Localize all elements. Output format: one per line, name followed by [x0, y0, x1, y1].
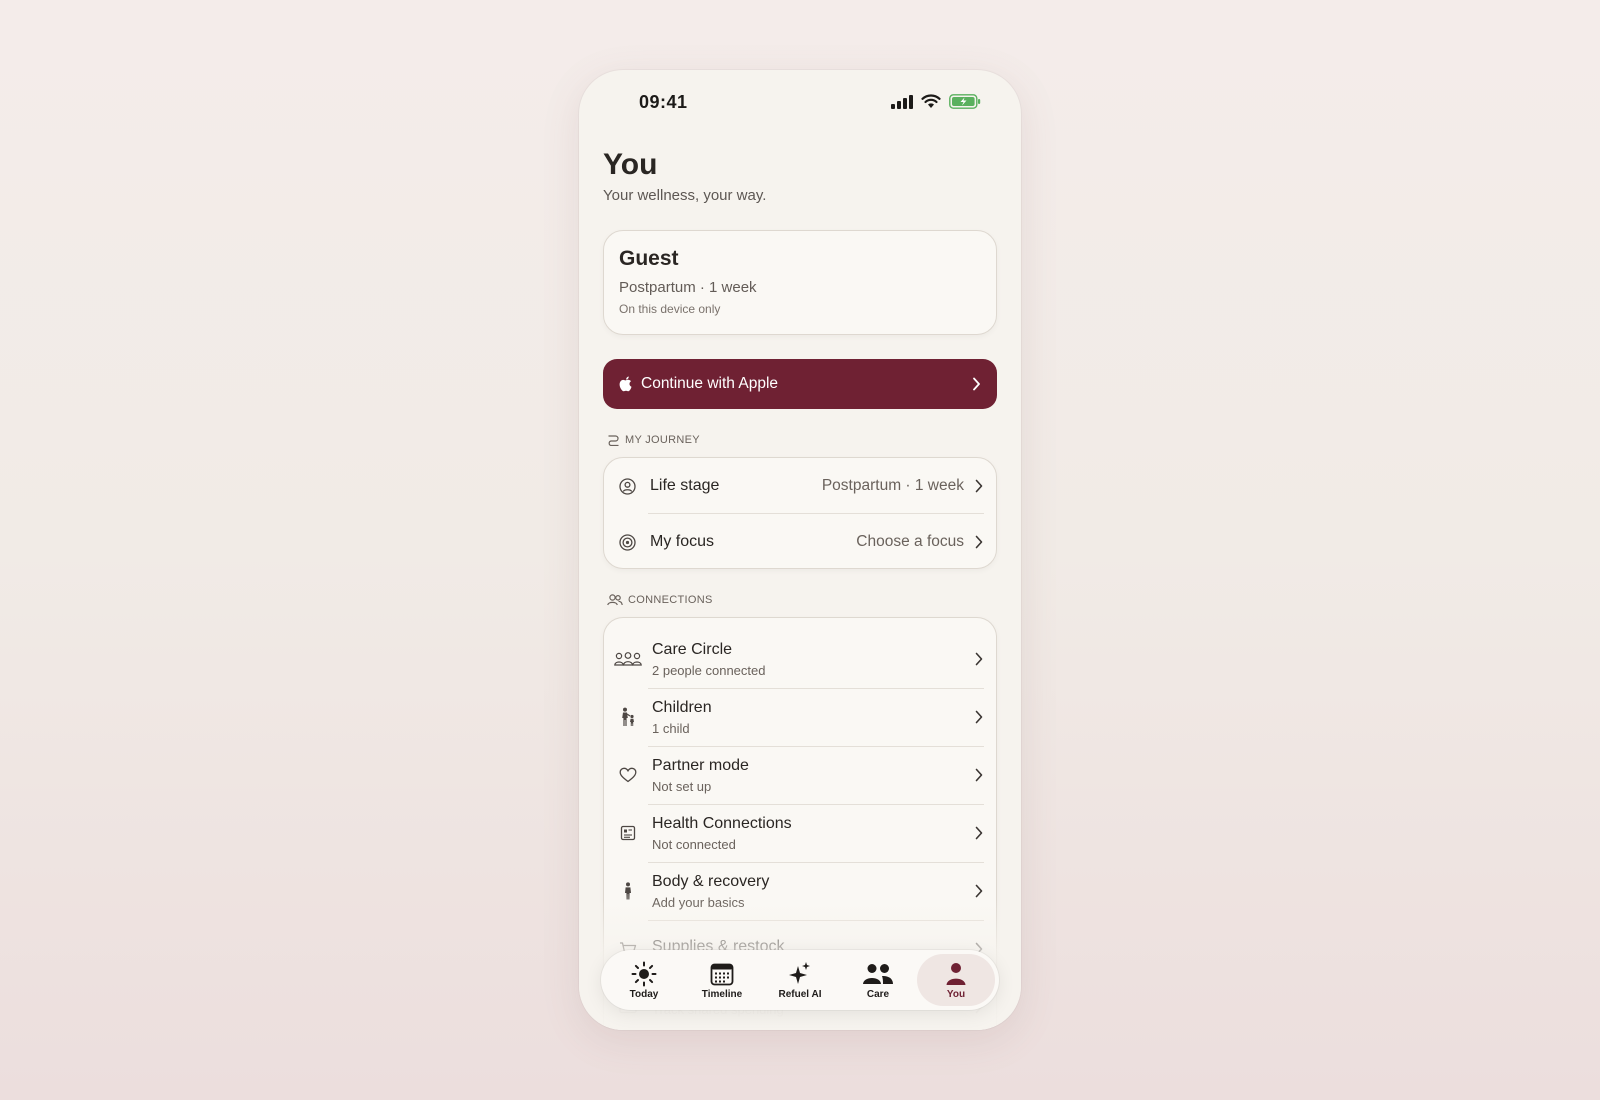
tab-today[interactable]: Today [605, 954, 683, 1006]
children-title: Children [652, 698, 712, 716]
chevron-right-icon [975, 884, 983, 898]
my-focus-value: Choose a focus [856, 533, 964, 550]
connections-heading-text: CONNECTIONS [628, 594, 713, 606]
status-time: 09:41 [639, 92, 688, 112]
health-connections-subtitle: Not connected [652, 836, 736, 852]
tab-refuel-ai[interactable]: Refuel AI [761, 954, 839, 1006]
phone-screen: 09:41 You Your wellness, your way. Guest… [579, 70, 1021, 1030]
my-journey-heading: MY JOURNEY [607, 434, 700, 446]
document-icon [614, 822, 642, 844]
my-focus-label: My focus [650, 533, 715, 550]
my-journey-heading-text: MY JOURNEY [625, 434, 700, 446]
partner-mode-title: Partner mode [652, 756, 749, 774]
target-icon [618, 533, 636, 551]
tab-care-label: Care [866, 988, 890, 1000]
health-connections-title: Health Connections [652, 814, 792, 832]
status-icons [891, 94, 981, 109]
care-circle-row[interactable]: Care Circle 2 people connected [604, 630, 996, 688]
heart-icon [614, 764, 642, 786]
page-title: You [603, 148, 658, 181]
health-connections-row[interactable]: Health Connections Not connected [604, 804, 996, 862]
people-outline-icon [607, 594, 623, 606]
person-icon [945, 961, 967, 987]
apple-icon [619, 376, 632, 392]
life-stage-row[interactable]: Life stage Postpartum · 1 week [604, 458, 996, 514]
chevron-right-icon [975, 652, 983, 666]
people-icon [862, 961, 894, 987]
tab-refuel-ai-label: Refuel AI [778, 988, 822, 1000]
my-journey-card: Life stage Postpartum · 1 week My focus … [603, 457, 997, 569]
continue-with-apple-button[interactable]: Continue with Apple [603, 359, 997, 409]
tab-bar: Today Timeline Refuel AI Care You [601, 950, 999, 1010]
battery-icon [949, 94, 981, 109]
partner-mode-subtitle: Not set up [652, 778, 712, 794]
life-stage-value: Postpartum · 1 week [821, 477, 964, 494]
guest-profile-card[interactable]: Guest Postpartum · 1 week On this device… [603, 230, 997, 335]
signal-icon [891, 94, 913, 109]
sun-icon [631, 961, 657, 987]
connections-heading: CONNECTIONS [607, 594, 713, 606]
calendar-icon [710, 961, 734, 987]
care-circle-subtitle: 2 people connected [652, 662, 766, 678]
continue-with-apple-label: Continue with Apple [641, 375, 779, 392]
tab-timeline[interactable]: Timeline [683, 954, 761, 1006]
tab-today-label: Today [629, 988, 659, 1000]
chevron-right-icon [973, 377, 980, 391]
sparkle-icon [787, 961, 813, 987]
life-stage-label: Life stage [650, 477, 720, 494]
children-subtitle: 1 child [652, 720, 690, 736]
tab-you[interactable]: You [917, 954, 995, 1006]
tab-timeline-label: Timeline [701, 988, 743, 1000]
body-recovery-subtitle: Add your basics [652, 894, 745, 910]
chevron-right-icon [975, 768, 983, 782]
page-subtitle: Your wellness, your way. [603, 187, 767, 204]
tab-care[interactable]: Care [839, 954, 917, 1006]
care-circle-title: Care Circle [652, 640, 733, 658]
chevron-right-icon [975, 479, 983, 493]
scroll-content[interactable]: 09:41 You Your wellness, your way. Guest… [579, 70, 1021, 1030]
body-recovery-row[interactable]: Body & recovery Add your basics [604, 862, 996, 920]
guest-note: On this device only [619, 302, 721, 316]
wifi-icon [921, 94, 941, 108]
partner-mode-row[interactable]: Partner mode Not set up [604, 746, 996, 804]
chevron-right-icon [975, 826, 983, 840]
my-focus-row[interactable]: My focus Choose a focus [604, 514, 996, 570]
tab-you-label: You [946, 988, 966, 1000]
route-icon [608, 435, 619, 446]
group-icon [614, 648, 642, 670]
chevron-right-icon [975, 535, 983, 549]
person-icon [614, 880, 642, 902]
parent-child-icon [614, 706, 642, 728]
children-row[interactable]: Children 1 child [604, 688, 996, 746]
guest-name: Guest [619, 247, 679, 270]
body-recovery-title: Body & recovery [652, 872, 770, 890]
status-bar: 09:41 [579, 70, 1021, 134]
chevron-right-icon [975, 710, 983, 724]
person-circle-icon [618, 477, 636, 495]
guest-stage: Postpartum · 1 week [619, 279, 757, 296]
